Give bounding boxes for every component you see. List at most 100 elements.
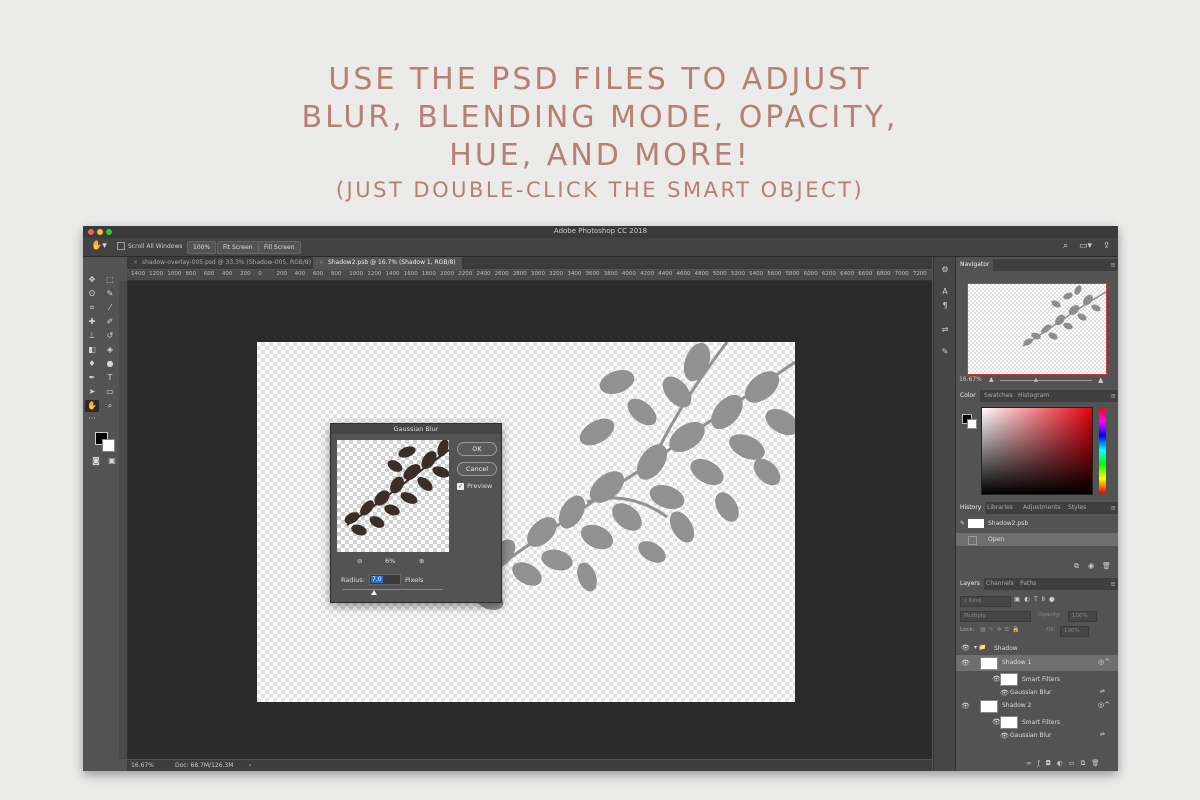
tab-color[interactable]: Color	[956, 390, 980, 402]
layer-filter-icons[interactable]: ▣◐TⅡ●	[1014, 595, 1059, 603]
visibility-eye-icon[interactable]: 👁	[1000, 732, 1009, 740]
filter-options-icon[interactable]: ⇌	[1100, 688, 1105, 695]
close-tab-icon[interactable]: ×	[133, 259, 138, 266]
opacity-input[interactable]: 100%	[1068, 611, 1097, 622]
panel-menu-icon[interactable]: ≡	[1110, 390, 1116, 402]
hand-tool-icon[interactable]: ✋▾	[91, 241, 107, 251]
zoom-tool-icon[interactable]: ⌕	[103, 400, 117, 412]
radius-slider-thumb[interactable]	[371, 590, 377, 595]
color-picker-field[interactable]	[981, 407, 1093, 495]
hue-slider[interactable]	[1099, 407, 1106, 493]
preview-checkbox[interactable]: ✓ Preview	[457, 482, 492, 490]
search-icon[interactable]: ⌕	[1063, 241, 1068, 251]
type-tool-icon[interactable]: T	[103, 372, 117, 384]
tab-histogram[interactable]: Histogram	[1014, 390, 1053, 402]
zoom-100-button[interactable]: 100%	[187, 241, 217, 254]
blur-preview-area[interactable]	[337, 440, 449, 552]
share-icon[interactable]: ⇪	[1103, 241, 1111, 251]
tab-adjustments[interactable]: Adjustments	[1019, 502, 1065, 514]
screen-mode-icon[interactable]: ▣	[105, 455, 119, 467]
trash-icon[interactable]: 🗑	[1102, 562, 1111, 570]
path-selection-tool-icon[interactable]: ➤	[85, 386, 99, 398]
close-tab-icon[interactable]: ×	[319, 259, 324, 266]
marquee-tool-icon[interactable]: ⬚	[103, 274, 117, 286]
radius-input[interactable]: 7.0	[369, 574, 401, 585]
tab-history[interactable]: History	[956, 502, 986, 514]
filter-row[interactable]: 👁 Gaussian Blur ⇌	[956, 730, 1118, 741]
zoom-in-icon[interactable]: ⊕	[419, 557, 424, 565]
cancel-button[interactable]: Cancel	[457, 462, 497, 476]
eyedropper-tool-icon[interactable]: ⁄	[103, 302, 117, 314]
smart-filters-row[interactable]: 👁 Smart Filters	[956, 672, 1118, 686]
brush-settings-icon[interactable]: ✎	[938, 347, 952, 359]
filter-options-icon[interactable]: ⇌	[1100, 731, 1105, 738]
panel-menu-icon[interactable]: ≡	[1110, 259, 1116, 271]
smart-object-badge-icon[interactable]: ◎^	[1098, 658, 1110, 666]
ok-button[interactable]: OK	[457, 442, 497, 456]
tab-paths[interactable]: Paths	[1016, 578, 1040, 590]
new-document-from-state-icon[interactable]: ⧉	[1074, 562, 1079, 571]
visibility-eye-icon[interactable]: 👁	[1000, 689, 1009, 697]
visibility-eye-icon[interactable]: 👁	[961, 644, 970, 652]
history-snapshot[interactable]: ✎ Shadow2.psb	[956, 517, 1118, 530]
background-color-swatch[interactable]	[102, 439, 115, 452]
tab-libraries[interactable]: Libraries	[983, 502, 1017, 514]
tab-layers[interactable]: Layers	[956, 578, 984, 590]
dodge-tool-icon[interactable]: ●	[103, 358, 117, 370]
status-menu-arrow[interactable]: ›	[249, 760, 251, 771]
visibility-eye-icon[interactable]: 👁	[961, 702, 970, 710]
scroll-all-windows-checkbox[interactable]: Scroll All Windows	[117, 242, 182, 250]
smart-object-badge-icon[interactable]: ◎^	[1098, 701, 1110, 709]
clone-stamp-tool-icon[interactable]: ⊥	[85, 330, 99, 342]
move-tool-icon[interactable]: ✥	[85, 274, 99, 286]
more-tools-icon[interactable]: ···	[85, 413, 99, 425]
tab-shadow-overlay[interactable]: × shadow-overlay-005.psd @ 33.3% (Shadow-…	[127, 257, 317, 269]
fill-input[interactable]: 100%	[1060, 626, 1089, 637]
layer-row[interactable]: 👁 Shadow 1 ◎^	[956, 655, 1118, 671]
pen-tool-icon[interactable]: ✒	[85, 372, 99, 384]
filter-row[interactable]: 👁 Gaussian Blur ⇌	[956, 687, 1118, 698]
zoom-out-icon[interactable]: ⊖	[357, 557, 362, 565]
status-zoom[interactable]: 16.67%	[131, 760, 154, 771]
character-icon[interactable]: A	[938, 287, 952, 299]
tab-swatches[interactable]: Swatches	[980, 390, 1017, 402]
zoom-in-mountain-icon[interactable]: ▲	[1098, 376, 1103, 384]
properties-icon[interactable]: ⚙	[938, 265, 952, 277]
radius-slider-track[interactable]	[343, 589, 443, 590]
eraser-tool-icon[interactable]: ◧	[85, 344, 99, 356]
tab-styles[interactable]: Styles	[1064, 502, 1090, 514]
quick-select-tool-icon[interactable]: ✎	[103, 288, 117, 300]
rectangle-tool-icon[interactable]: ▭	[103, 386, 117, 398]
panel-menu-icon[interactable]: ≡	[1110, 578, 1116, 590]
brush-tool-icon[interactable]: ✐	[103, 316, 117, 328]
tab-channels[interactable]: Channels	[982, 578, 1018, 590]
tab-shadow2[interactable]: × Shadow2.psb @ 16.7% (Shadow 1, RGB/8)	[313, 257, 462, 269]
lasso-tool-icon[interactable]: ʘ	[85, 288, 99, 300]
tab-navigator[interactable]: Navigator	[956, 259, 994, 271]
fit-screen-button[interactable]: Fit Screen	[217, 241, 259, 254]
visibility-eye-icon[interactable]: 👁	[961, 659, 970, 667]
layer-group-row[interactable]: 👁 ▾ 📁 Shadow	[956, 642, 1118, 654]
layer-row[interactable]: 👁 Shadow 2 ◎^	[956, 698, 1118, 714]
history-brush-tool-icon[interactable]: ↺	[103, 330, 117, 342]
crop-tool-icon[interactable]: ⌗	[85, 302, 99, 314]
blur-tool-icon[interactable]: ♦	[85, 358, 99, 370]
zoom-out-mountain-icon[interactable]: ▲	[989, 376, 994, 383]
layers-bottom-icons[interactable]: ∞ƒ◘◐▭⧉🗑	[1026, 759, 1106, 768]
lock-icons[interactable]: ▦✎✥⧉🔒	[980, 626, 1022, 634]
layer-filter-kind[interactable]: ⌕ Kind	[960, 596, 1011, 607]
adjustments-icon[interactable]: ⇌	[938, 325, 952, 337]
healing-tool-icon[interactable]: ✚	[85, 316, 99, 328]
camera-icon[interactable]: ◉	[1088, 562, 1094, 570]
color-background-swatch[interactable]	[967, 419, 977, 429]
panel-menu-icon[interactable]: ≡	[1110, 502, 1116, 514]
workspace-icon[interactable]: ▭▾	[1079, 241, 1092, 251]
quick-mask-icon[interactable]: ◙	[89, 455, 103, 467]
hand-tool-icon[interactable]: ✋	[85, 400, 99, 412]
paragraph-icon[interactable]: ¶	[938, 301, 952, 313]
navigator-zoom-thumb[interactable]: ▲	[1034, 377, 1038, 383]
history-item[interactable]: Open	[956, 533, 1118, 546]
fill-screen-button[interactable]: Fill Screen	[258, 241, 301, 254]
blend-mode-select[interactable]: Multiply	[960, 611, 1031, 622]
navigator-zoom-value[interactable]: 16.67%	[959, 376, 982, 383]
